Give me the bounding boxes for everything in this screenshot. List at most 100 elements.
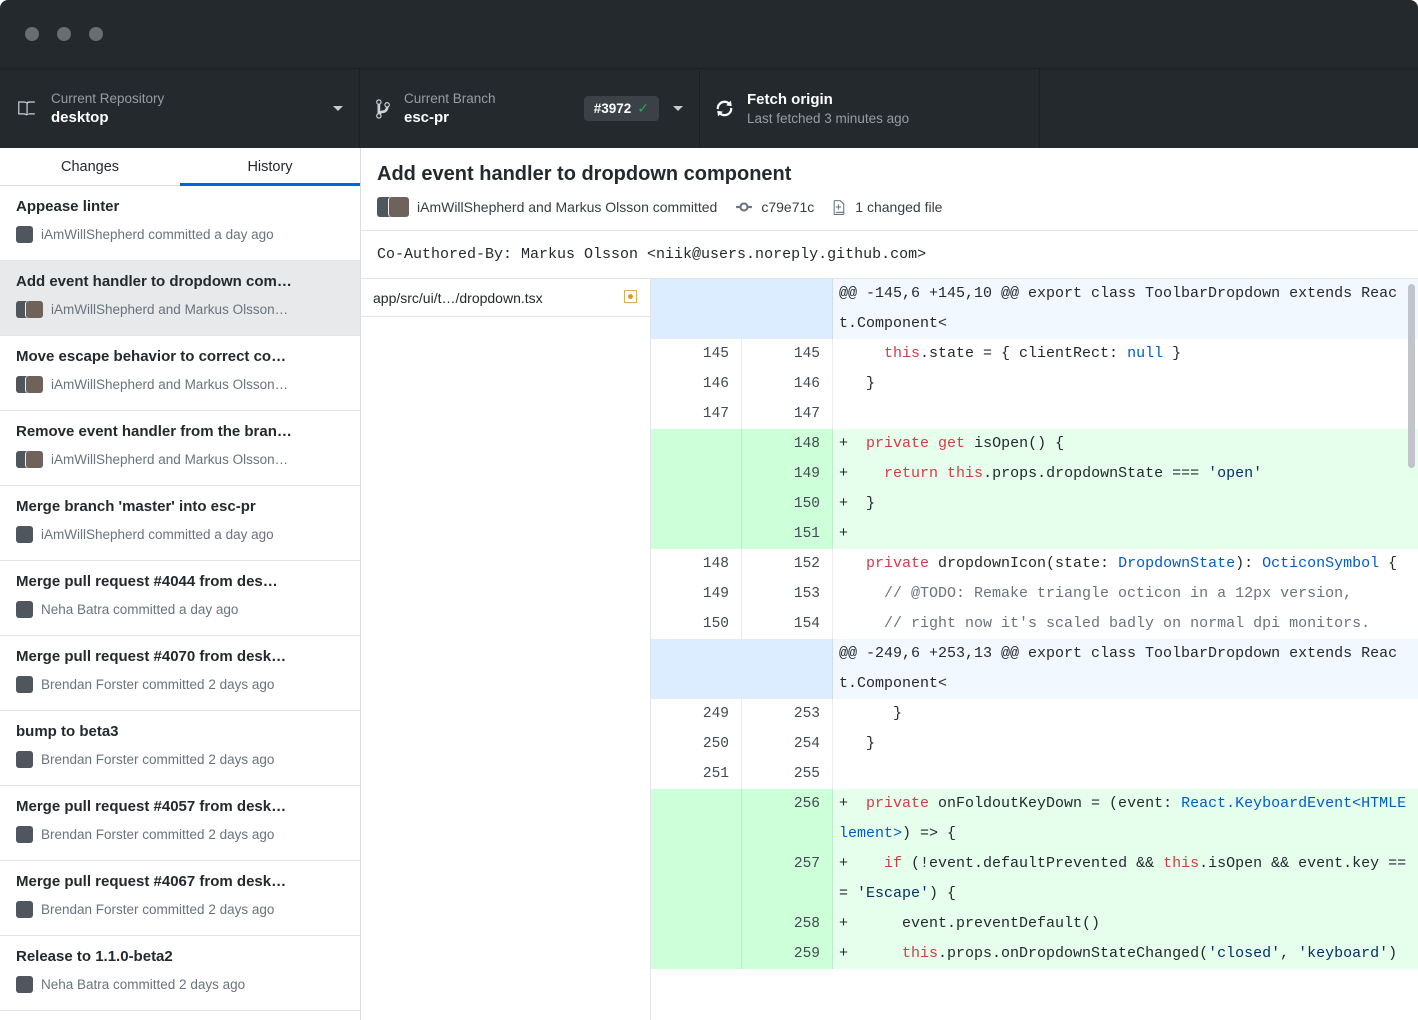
diff-new-line-number: 146 [742,369,833,399]
file-modified-icon [623,289,638,307]
commit-meta-text: Brendan Forster committed 2 days ago [41,752,274,767]
diff-line-row: 257+ if (!event.defaultPrevented && this… [651,849,1418,909]
diff-new-line-number: 253 [742,699,833,729]
pr-number: #3972 [594,101,632,116]
tab-history[interactable]: History [180,148,360,185]
commit-meta: iAmWillShepherd and Markus Olsson… [16,376,344,393]
titlebar [0,0,1418,68]
diff-old-line-number: 250 [651,729,742,759]
commit-list-item[interactable]: Appease linteriAmWillShepherd committed … [0,186,360,261]
commit-list-item[interactable]: bump to beta3 Brendan Forster committed 2… [0,711,360,786]
commit-list: Appease linteriAmWillShepherd committed … [0,186,360,1020]
diff-old-line-number [651,939,742,969]
ci-check-icon: ✓ [637,100,649,117]
diff-code: + this.props.onDropdownStateChanged('clo… [833,939,1418,969]
diff-new-line-number: 255 [742,759,833,789]
diff-old-line-number [651,849,742,909]
diff-new-line-number: 154 [742,609,833,639]
current-repository-button[interactable]: Current Repository desktop [0,69,360,148]
commit-title: Move escape behavior to correct co… [16,345,344,366]
commit-title: Add event handler to dropdown com… [16,270,344,291]
commit-title: Merge branch 'master' into esc-pr [16,495,344,516]
commit-authors: iAmWillShepherd and Markus Olsson commit… [417,199,717,215]
chevron-down-icon [333,106,343,111]
diff-old-line-number: 147 [651,399,742,429]
avatar [16,601,33,618]
commit-header: Add event handler to dropdown component … [361,148,1418,231]
diff-old-line-number [651,519,742,549]
diff-new-line-number: 150 [742,489,833,519]
diff-hunk-row: @@ -249,6 +253,13 @@ export class Toolba… [651,639,1418,699]
main-panel: Add event handler to dropdown component … [361,148,1418,1020]
diff-gutter [651,279,833,339]
diff-old-line-number: 251 [651,759,742,789]
commit-list-item[interactable]: Remove event handler from the bran…iAmWi… [0,411,360,486]
diff-new-line-number: 257 [742,849,833,909]
changed-files-count: 1 changed file [855,199,942,215]
author-avatars [16,976,33,993]
diff-line-row: 148+ private get isOpen() { [651,429,1418,459]
commit-list-item[interactable]: Move escape behavior to correct co… iAmWi… [0,336,360,411]
commit-meta: Brendan Forster committed 2 days ago [16,901,344,918]
minimize-window-button[interactable] [57,27,71,41]
commit-list-item[interactable]: Add event handler to dropdown com… iAmWil… [0,261,360,336]
commit-meta-text: Neha Batra committed 2 days ago [41,977,245,992]
avatar [16,526,33,543]
diff-new-line-number: 152 [742,549,833,579]
diff-scrollbar[interactable] [1408,284,1415,468]
diff-new-line-number: 256 [742,789,833,849]
author-avatars [16,301,43,318]
fetch-origin-button[interactable]: Fetch origin Last fetched 3 minutes ago [700,69,1040,148]
commit-list-item[interactable]: Merge pull request #4057 from desk…Brend… [0,786,360,861]
tab-changes[interactable]: Changes [0,148,180,185]
author-avatars [16,526,33,543]
diff-line-row: 149153 // @TODO: Remake triangle octicon… [651,579,1418,609]
git-commit-icon [735,198,753,216]
repository-name: desktop [51,109,164,126]
diff-new-line-number: 151 [742,519,833,549]
commit-meta: iAmWillShepherd and Markus Olsson… [16,301,344,318]
diff-code [833,759,1418,789]
commit-title: bump to beta3 [16,720,344,741]
commit-sha[interactable]: c79e71c [761,199,814,215]
fetch-subtitle: Last fetched 3 minutes ago [747,111,909,126]
commit-summary-title: Add event handler to dropdown component [377,163,1402,186]
diff-line-row: 150154 // right now it's scaled badly on… [651,609,1418,639]
commit-list-item[interactable]: Release to 1.1.0-beta2Neha Batra committ… [0,936,360,1011]
avatar [16,676,33,693]
commit-list-item[interactable]: Merge branch 'master' into esc-pr iAmWill… [0,486,360,561]
diff-icon [832,199,847,216]
git-branch-icon [376,98,390,120]
diff-code: + event.preventDefault() [833,909,1418,939]
diff-old-line-number: 148 [651,549,742,579]
commit-list-item[interactable]: Merge pull request #4059 from desk… [0,1011,360,1020]
chevron-down-icon [673,106,683,111]
avatar [26,376,43,393]
diff-new-line-number: 258 [742,909,833,939]
file-list-item[interactable]: app/src/ui/t…/dropdown.tsx [361,279,650,317]
maximize-window-button[interactable] [89,27,103,41]
avatar [16,826,33,843]
diff-new-line-number: 254 [742,729,833,759]
avatar [16,901,33,918]
author-avatars [16,376,43,393]
diff-code: + private get isOpen() { [833,429,1418,459]
diff-line-row: 258+ event.preventDefault() [651,909,1418,939]
current-branch-button[interactable]: Current Branch esc-pr #3972 ✓ [360,69,700,148]
commit-meta-text: iAmWillShepherd committed a day ago [41,527,274,542]
commit-list-item[interactable]: Merge pull request #4067 from desk…Brend… [0,861,360,936]
commit-meta-text: Neha Batra committed a day ago [41,602,238,617]
commit-list-item[interactable]: Merge pull request #4044 from des…Neha B… [0,561,360,636]
content: Changes History Appease linteriAmWillShe… [0,148,1418,1020]
diff-line-row: 251255 [651,759,1418,789]
commit-description: Co-Authored-By: Markus Olsson <niik@user… [361,231,1418,279]
author-avatars [16,676,33,693]
commit-list-item[interactable]: Merge pull request #4070 from desk…Brend… [0,636,360,711]
close-window-button[interactable] [25,27,39,41]
diff-code: + private onFoldoutKeyDown = (event: Rea… [833,789,1418,849]
commit-meta-text: iAmWillShepherd and Markus Olsson… [51,302,288,317]
diff-old-line-number: 150 [651,609,742,639]
commit-meta-text: iAmWillShepherd committed a day ago [41,227,274,242]
diff-section: app/src/ui/t…/dropdown.tsx @@ -145,6 +14… [361,279,1418,1020]
commit-title: Merge pull request #4070 from desk… [16,645,344,666]
